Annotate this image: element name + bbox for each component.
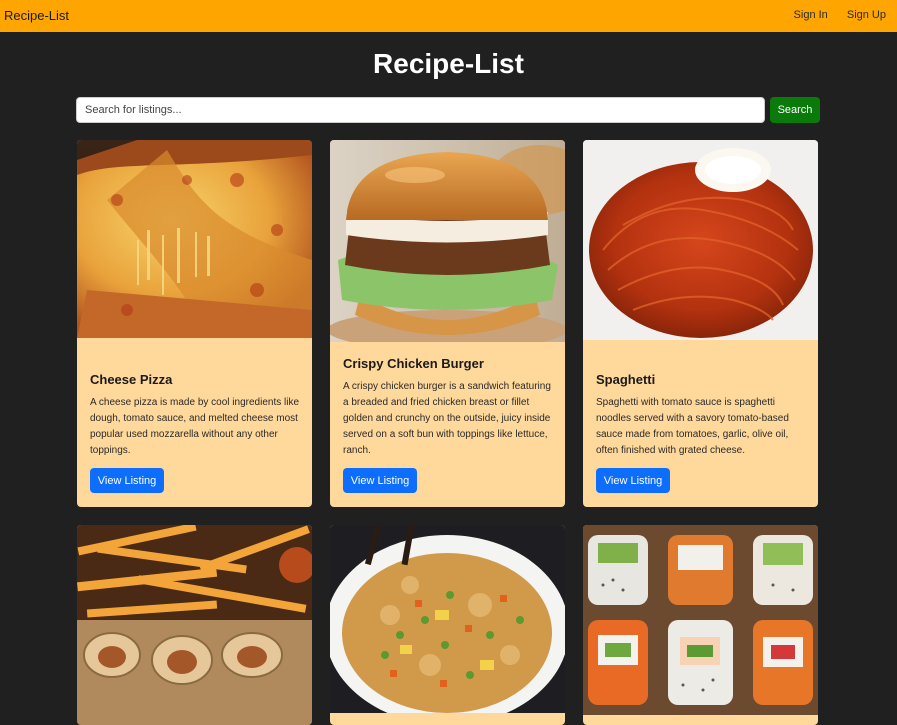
- burger-photo: [330, 140, 565, 342]
- recipe-card: Crispy Chicken Burger A crispy chicken b…: [330, 140, 565, 507]
- card-title: Crispy Chicken Burger: [343, 356, 484, 371]
- recipe-card: [583, 525, 818, 725]
- view-listing-button[interactable]: View Listing: [596, 468, 670, 493]
- view-listing-button[interactable]: View Listing: [90, 468, 164, 493]
- search-button[interactable]: Search: [770, 97, 820, 123]
- fries-wraps-photo: [77, 525, 312, 725]
- card-body: Cheese Pizza A cheese pizza is made by c…: [90, 372, 301, 459]
- card-title: Spaghetti: [596, 372, 656, 387]
- navbar: Recipe-List Sign In Sign Up: [0, 0, 897, 32]
- search-input[interactable]: [76, 97, 765, 123]
- fried-rice-photo: [330, 525, 565, 713]
- pizza-photo: [77, 140, 312, 338]
- spaghetti-photo: [583, 140, 818, 340]
- page-title: Recipe-List: [373, 48, 524, 79]
- sign-in-link[interactable]: Sign In: [794, 9, 828, 21]
- recipe-card: [77, 525, 312, 725]
- card-body: Crispy Chicken Burger A crispy chicken b…: [343, 356, 554, 459]
- nav-links: Sign In Sign Up: [778, 9, 886, 21]
- card-description: A cheese pizza is made by cool ingredien…: [90, 397, 300, 456]
- sushi-photo: [583, 525, 818, 715]
- navbar-brand[interactable]: Recipe-List: [4, 8, 69, 23]
- recipe-card: Cheese Pizza A cheese pizza is made by c…: [77, 140, 312, 507]
- recipe-card: [330, 525, 565, 725]
- recipe-card: Spaghetti Spaghetti with tomato sauce is…: [583, 140, 818, 507]
- sign-up-link[interactable]: Sign Up: [847, 9, 886, 21]
- card-body: Spaghetti Spaghetti with tomato sauce is…: [596, 372, 807, 459]
- card-description: Spaghetti with tomato sauce is spaghetti…: [596, 397, 789, 456]
- card-description: A crispy chicken burger is a sandwich fe…: [343, 381, 551, 456]
- view-listing-button[interactable]: View Listing: [343, 468, 417, 493]
- card-title: Cheese Pizza: [90, 372, 173, 387]
